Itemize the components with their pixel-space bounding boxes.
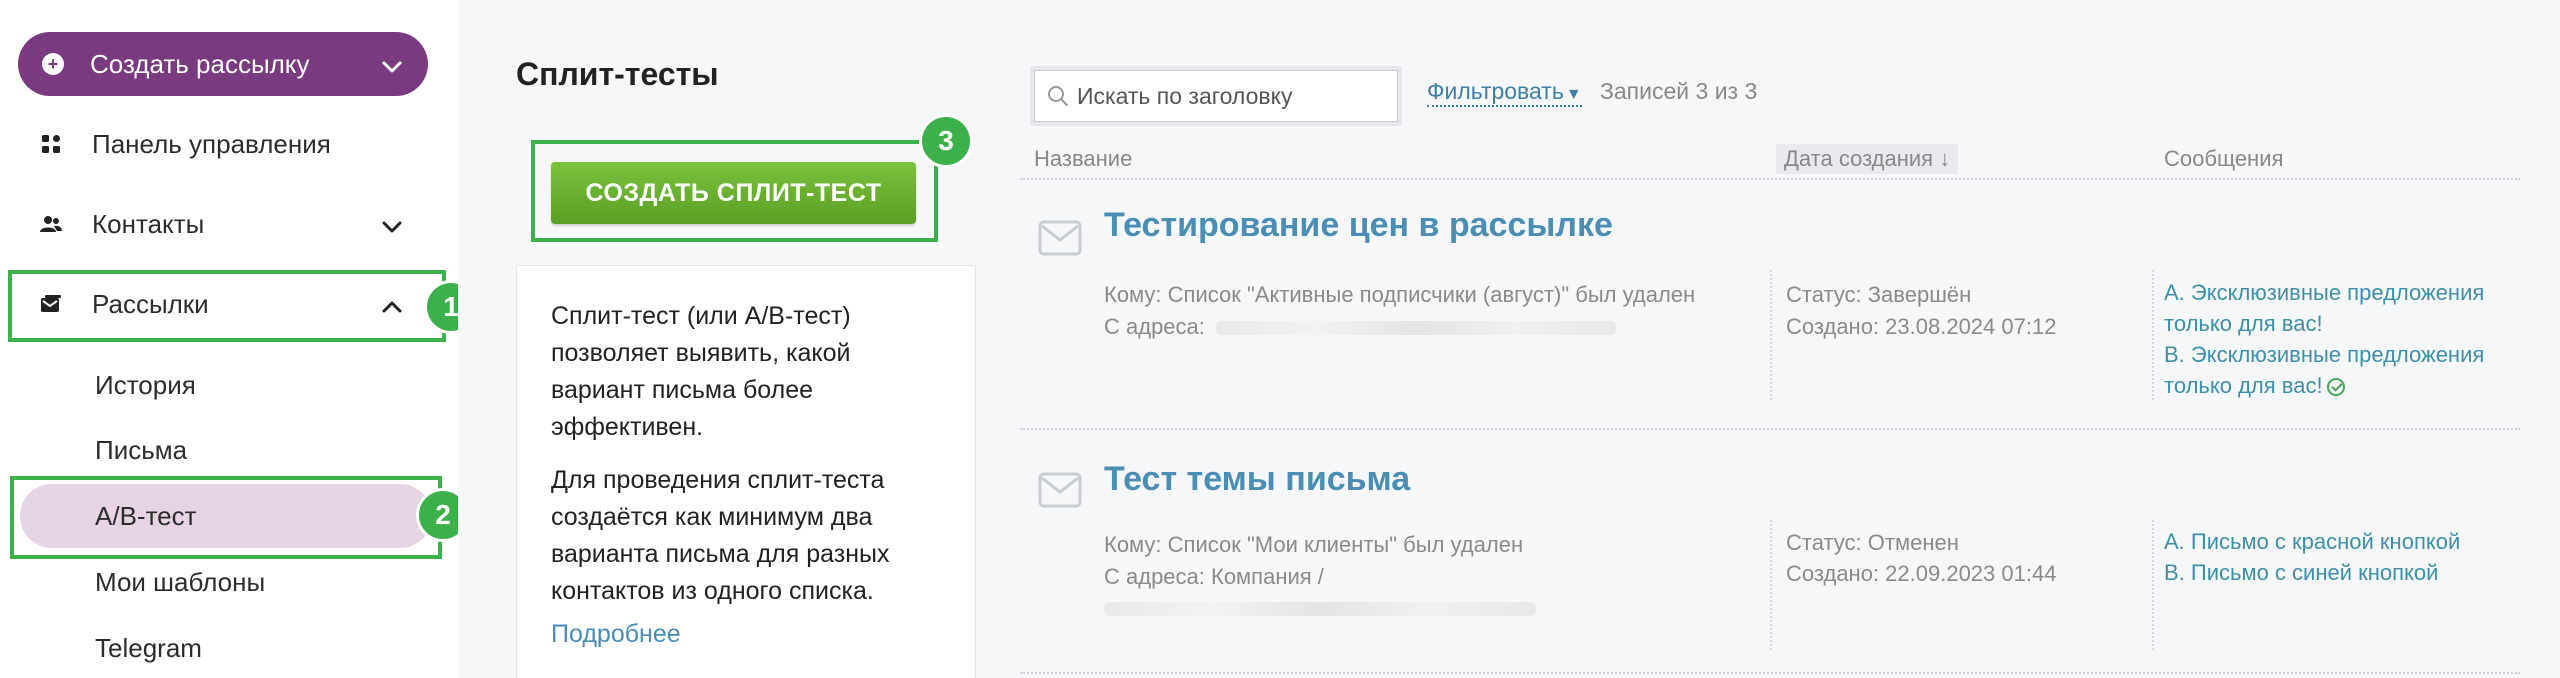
search-input[interactable]: Искать по заголовку [1034, 70, 1398, 122]
chevron-down-icon [382, 209, 402, 240]
row-title[interactable]: Тестирование цен в рассылке [1104, 206, 1613, 245]
row-to: Кому: Список "Активные подписчики (авгус… [1104, 282, 1696, 307]
check-circle-icon [2326, 378, 2345, 396]
redacted-email [1104, 602, 1536, 616]
sidebar-item-contacts[interactable]: Контакты [0, 194, 440, 254]
more-link[interactable]: Подробнее [551, 620, 681, 649]
filter-dropdown[interactable]: Фильтровать ▼ [1427, 78, 1582, 107]
row-status: Статус: Отменен [1786, 530, 1959, 555]
row-from: С адреса: [1104, 314, 1205, 339]
message-b-link[interactable]: B. Эксклюзивные предложения [2164, 339, 2484, 370]
column-header-messages[interactable]: Сообщения [2164, 146, 2283, 172]
dashboard-grid-icon [40, 133, 62, 155]
search-wrapper: Искать по заголовку [1030, 66, 1402, 126]
info-paragraph-1: Сплит-тест (или A/B-тест) позволяет выяв… [551, 302, 851, 441]
row-status: Статус: Завершён [1786, 282, 1972, 307]
envelope-icon [1038, 472, 1082, 508]
column-header-name[interactable]: Название [1034, 146, 1132, 172]
row-divider [1020, 672, 2520, 674]
records-count: Записей 3 из 3 [1600, 78, 1758, 104]
sidebar-item-label: Контакты [92, 208, 205, 239]
row-created: Создано: 22.09.2023 01:44 [1786, 561, 2057, 586]
highlight-box-ab-test [10, 476, 442, 559]
message-b-link[interactable]: B. Письмо с синей кнопкой [2164, 557, 2438, 588]
column-divider [1770, 270, 1772, 400]
create-mailing-button[interactable]: + Создать рассылку [18, 32, 428, 96]
chevron-down-icon [382, 49, 402, 80]
envelope-icon [1038, 220, 1082, 256]
column-divider [2152, 520, 2154, 650]
message-a-link[interactable]: A. Письмо с красной кнопкой [2164, 526, 2460, 557]
redacted-email [1216, 321, 1616, 335]
search-icon [1047, 85, 1069, 107]
page-title: Сплит-тесты [516, 56, 719, 92]
row-divider [1020, 428, 2520, 430]
message-a-link-cont[interactable]: только для вас! [2164, 308, 2323, 339]
message-b-link-cont[interactable]: только для вас! [2164, 370, 2345, 401]
step-badge-3: 3 [919, 114, 973, 168]
message-a-link[interactable]: A. Эксклюзивные предложения [2164, 277, 2484, 308]
row-title[interactable]: Тест темы письма [1104, 460, 1410, 499]
highlight-box-mailings [8, 270, 446, 342]
sidebar-subitem-templates[interactable]: Мои шаблоны [95, 567, 265, 598]
row-from: С адреса: Компания / [1104, 564, 1324, 589]
sidebar-subitem-telegram[interactable]: Telegram [95, 633, 202, 664]
sidebar-item-label: Панель управления [92, 128, 331, 159]
column-divider [2152, 270, 2154, 400]
caret-down-icon: ▼ [1565, 86, 1582, 103]
sidebar: + Создать рассылку Панель управления Кон… [0, 0, 478, 678]
column-divider [1770, 520, 1772, 650]
create-split-test-button[interactable]: СОЗДАТЬ СПЛИТ-ТЕСТ [551, 162, 916, 224]
filter-label: Фильтровать [1427, 78, 1564, 104]
message-b-label: только для вас! [2164, 373, 2323, 398]
sidebar-subitem-letters[interactable]: Письма [95, 435, 187, 466]
column-header-date[interactable]: Дата создания ↓ [1776, 144, 1959, 174]
sidebar-subitem-history[interactable]: История [95, 370, 196, 401]
search-placeholder: Искать по заголовку [1077, 82, 1293, 109]
create-mailing-label: Создать рассылку [90, 48, 310, 79]
sidebar-item-dashboard[interactable]: Панель управления [0, 114, 440, 174]
row-created: Создано: 23.08.2024 07:12 [1786, 314, 2057, 339]
row-to: Кому: Список "Мои клиенты" был удален [1104, 532, 1524, 557]
contacts-icon [40, 213, 62, 235]
header-divider [1020, 178, 2520, 180]
info-paragraph-2: Для проведения сплит-теста создаётся как… [551, 466, 890, 605]
plus-circle-icon: + [42, 53, 64, 75]
